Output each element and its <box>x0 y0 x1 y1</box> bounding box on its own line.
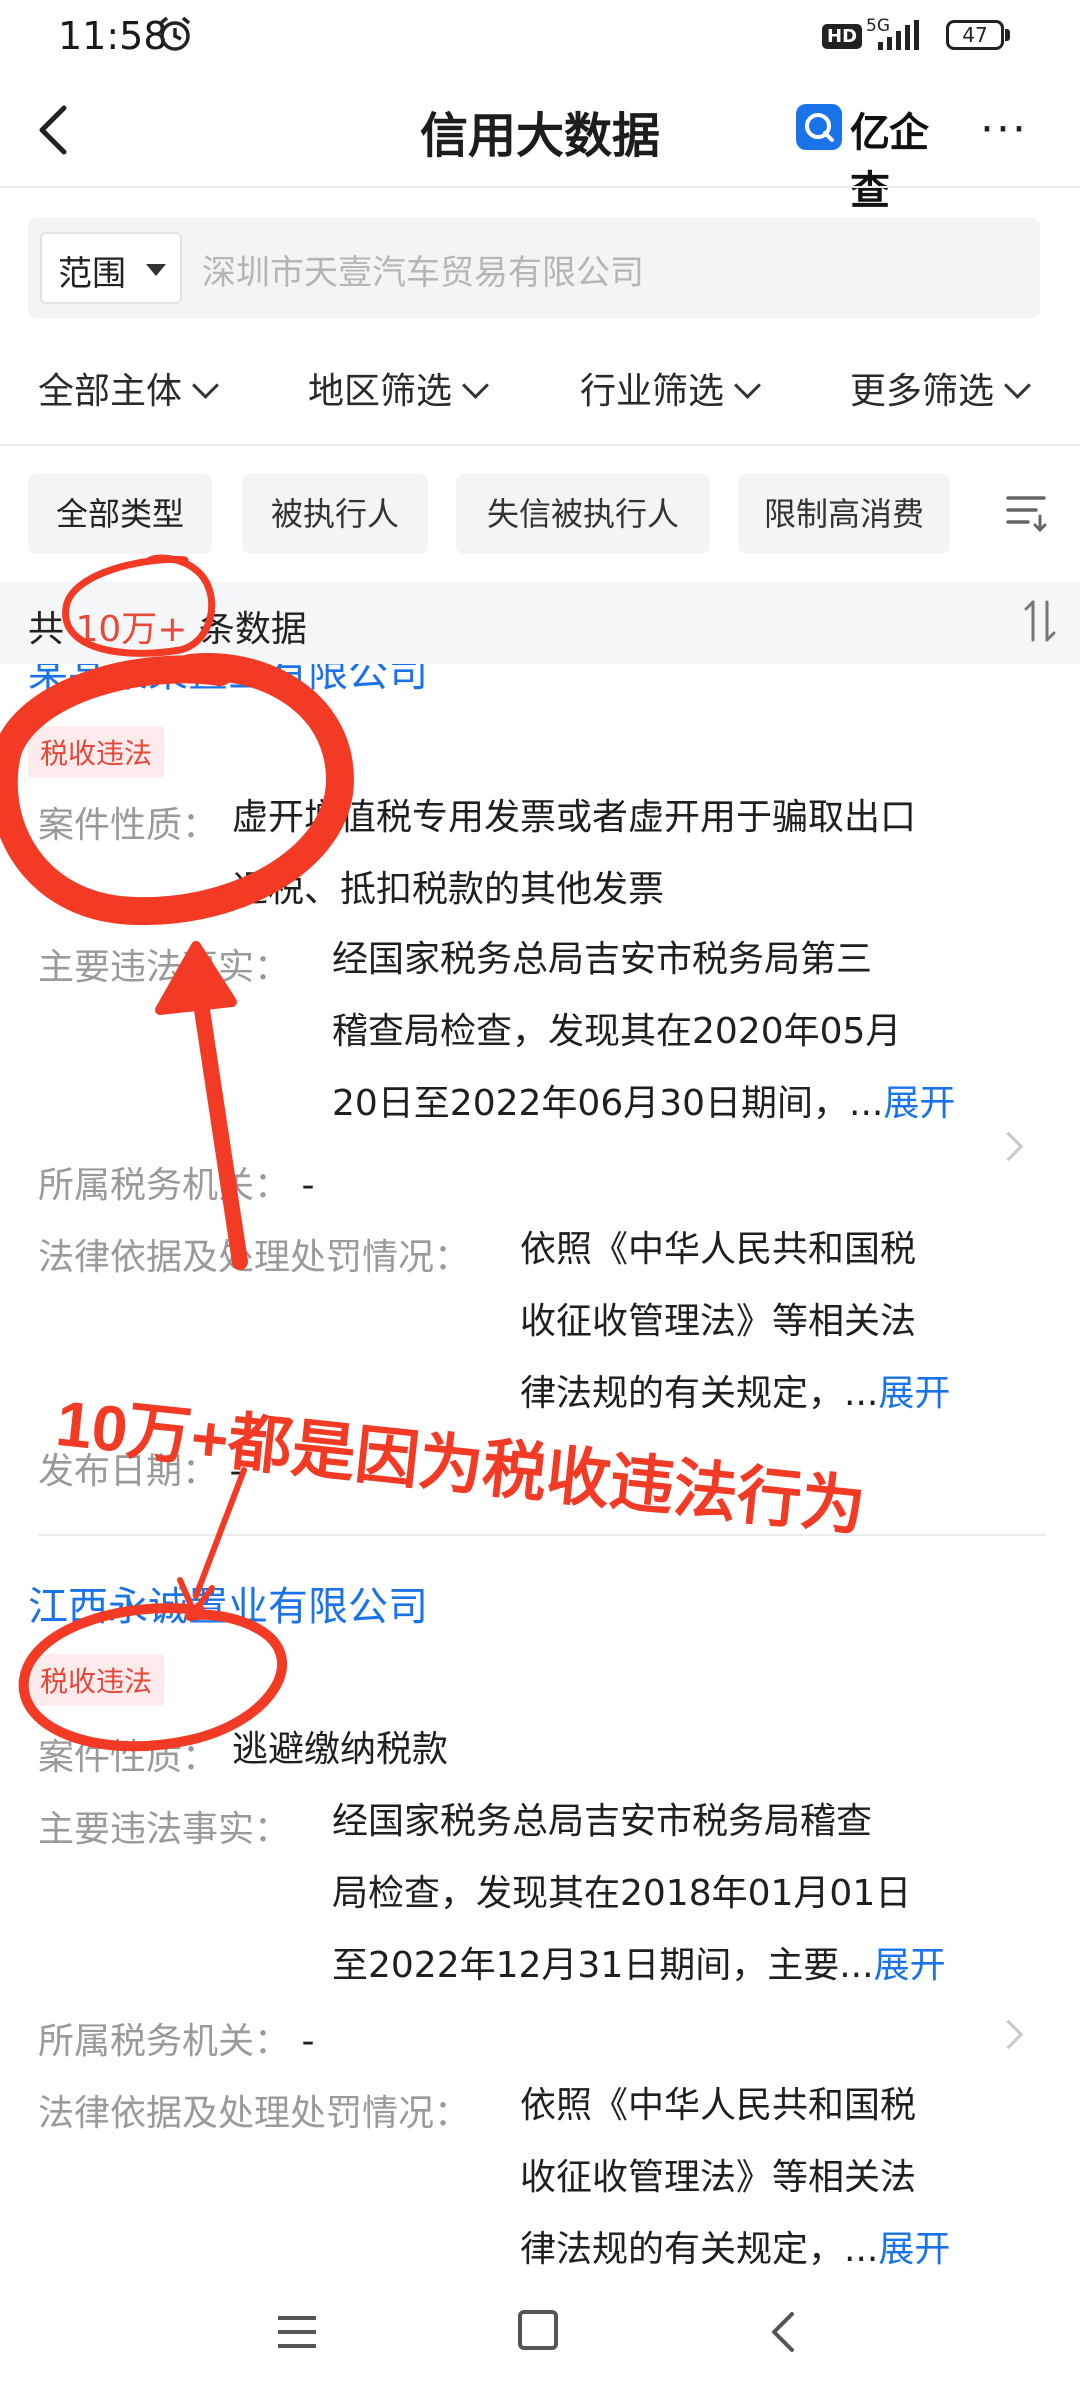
filter-label: 地区筛选 <box>308 371 453 412</box>
field-label: 所属税务机关： - <box>38 1165 315 1206</box>
result-count-bar: 共 10万+ 条数据 <box>0 582 1080 664</box>
field-label: 法律依据及处理处罚情况： <box>38 2093 471 2134</box>
chevron-down-icon <box>192 372 219 399</box>
case-nature: 虚开增值税专用发票或者虚开用于骗取出口 退税、抵扣税款的其他发票 <box>232 797 917 910</box>
expand-link[interactable]: 展开 <box>883 1083 955 1124</box>
list-item[interactable]: 江西永诚置业有限公司 税收违法 案件性质： 逃避缴纳税款 主要违法事实： 经国家… <box>0 1560 1080 2280</box>
legal-basis: 依照《中华人民共和国税 收征收管理法》等相关法 律法规的有关规定，...展开 <box>520 1229 951 1414</box>
field-label: 所属税务机关： - <box>38 2021 315 2062</box>
company-name[interactable]: 某某某某置业有限公司 <box>28 664 428 698</box>
brand-logo[interactable]: 亿企查 <box>796 100 960 214</box>
main-facts: 经国家税务总局吉安市税务局第三 稽查局检查，发现其在2020年05月 20日至2… <box>332 939 956 1124</box>
alarm-icon <box>159 16 191 51</box>
chevron-right-icon <box>993 1131 1024 1162</box>
filter-all-subjects[interactable]: 全部主体 <box>38 362 219 414</box>
sort-order-icon[interactable] <box>1020 596 1060 646</box>
field-label: 主要违法事实： <box>38 1809 291 1850</box>
chip-all-types[interactable]: 全部类型 <box>28 474 212 554</box>
brand-name: 亿企查 <box>850 110 929 214</box>
status-bar: 11:58 HD 5G 47 <box>0 0 1080 80</box>
chip-consumption-limit[interactable]: 限制高消费 <box>738 474 950 554</box>
field-label: 法律依据及处理处罚情况： <box>38 1237 471 1278</box>
expand-link[interactable]: 展开 <box>878 2229 950 2270</box>
filter-list-icon[interactable] <box>1002 490 1050 534</box>
battery-icon: 47 <box>946 20 1004 50</box>
count-number: 10万+ <box>75 609 188 650</box>
tag-tax-violation: 税收违法 <box>28 726 165 778</box>
clock: 11:58 <box>58 14 168 58</box>
chevron-down-icon <box>734 372 761 399</box>
filter-label: 更多筛选 <box>850 371 995 412</box>
field-label: 案件性质： <box>38 1737 219 1778</box>
hd-badge: HD <box>822 24 863 49</box>
filter-divider <box>0 444 1080 446</box>
field-label: 主要违法事实： <box>38 947 291 988</box>
filter-region[interactable]: 地区筛选 <box>308 362 489 414</box>
chevron-right-icon <box>993 2019 1024 2050</box>
battery-tip <box>1005 29 1010 41</box>
caret-down-icon <box>146 264 166 276</box>
field-label: 案件性质： <box>38 805 219 846</box>
chevron-down-icon <box>1004 372 1031 399</box>
brand-mark-icon <box>796 104 842 150</box>
filter-label: 行业筛选 <box>580 371 725 412</box>
recent-apps-icon[interactable] <box>276 2314 318 2350</box>
signal-icon <box>878 20 919 50</box>
expand-link[interactable]: 展开 <box>878 1373 950 1414</box>
scope-label: 范围 <box>58 254 126 294</box>
chip-dishonest-executed[interactable]: 失信被执行人 <box>456 474 710 554</box>
search-input[interactable] <box>200 240 1024 298</box>
legal-basis: 依照《中华人民共和国税 收征收管理法》等相关法 律法规的有关规定，...展开 <box>520 2085 951 2270</box>
chip-executed-person[interactable]: 被执行人 <box>242 474 428 554</box>
case-nature: 逃避缴纳税款 <box>232 1729 449 1770</box>
search-bar: 范围 <box>28 218 1040 318</box>
item-divider <box>38 1534 1046 1536</box>
chevron-down-icon <box>462 372 489 399</box>
scope-dropdown[interactable]: 范围 <box>40 232 182 304</box>
header-divider <box>0 186 1080 188</box>
expand-link[interactable]: 展开 <box>874 1945 946 1986</box>
filter-industry[interactable]: 行业筛选 <box>580 362 761 414</box>
tag-tax-violation: 税收违法 <box>28 1654 165 1706</box>
system-back-icon[interactable] <box>764 2310 804 2354</box>
filter-more[interactable]: 更多筛选 <box>850 362 1031 414</box>
more-menu-icon[interactable]: ··· <box>980 104 1028 155</box>
company-name[interactable]: 江西永诚置业有限公司 <box>28 1574 428 1632</box>
filter-label: 全部主体 <box>38 371 183 412</box>
result-count: 共 10万+ 条数据 <box>28 609 307 650</box>
main-facts: 经国家税务总局吉安市税务局稽查 局检查，发现其在2018年01月01日 至202… <box>332 1801 946 1986</box>
home-icon[interactable] <box>518 2310 558 2350</box>
